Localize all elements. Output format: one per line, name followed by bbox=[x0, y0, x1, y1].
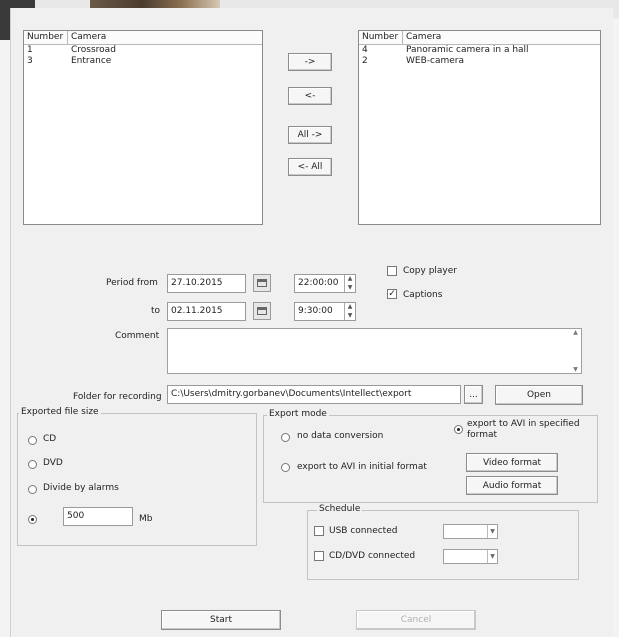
schedule-group bbox=[307, 510, 579, 580]
captions-checkbox[interactable]: ✓ bbox=[387, 289, 397, 299]
comment-label: Comment bbox=[115, 331, 160, 341]
from-date-field[interactable]: 27.10.2015 bbox=[167, 274, 246, 293]
spin-up-icon[interactable]: ▲ bbox=[345, 303, 355, 312]
camera-number: 4 bbox=[362, 45, 368, 55]
from-time-field[interactable]: 22:00:00 ▲ ▼ bbox=[294, 274, 356, 293]
export-dialog: Number Camera 1 Crossroad 3 Entrance -> … bbox=[10, 8, 613, 637]
selected-list-header: Number Camera bbox=[359, 31, 600, 45]
remove-all-cameras-button[interactable]: <- All bbox=[288, 158, 332, 176]
size-divide-alarms-radio[interactable] bbox=[28, 485, 37, 494]
camera-name: Panoramic camera in a hall bbox=[406, 45, 529, 55]
list-item[interactable]: 4 Panoramic camera in a hall bbox=[359, 45, 600, 56]
usb-connected-checkbox[interactable] bbox=[314, 526, 324, 536]
size-cd-label: CD bbox=[43, 434, 57, 444]
list-item[interactable]: 2 WEB-camera bbox=[359, 56, 600, 67]
camera-name: Crossroad bbox=[71, 45, 116, 55]
usb-connected-label: USB connected bbox=[329, 526, 398, 536]
usb-connected-select[interactable]: ▼ bbox=[443, 524, 498, 539]
add-camera-button[interactable]: -> bbox=[288, 53, 332, 71]
from-time-value: 22:00:00 bbox=[298, 278, 339, 288]
size-dvd-radio[interactable] bbox=[28, 460, 37, 469]
to-calendar-button[interactable] bbox=[253, 302, 271, 320]
avi-initial-radio[interactable] bbox=[281, 463, 290, 472]
size-custom-field[interactable]: 500 bbox=[63, 507, 133, 526]
avi-specified-label: export to AVI in specified format bbox=[467, 419, 580, 440]
camera-name: WEB-camera bbox=[406, 56, 464, 66]
chevron-down-icon[interactable]: ▼ bbox=[487, 550, 497, 563]
captions-label: Captions bbox=[403, 290, 443, 300]
comment-field[interactable]: ▲ ▼ bbox=[167, 328, 582, 374]
cancel-button[interactable]: Cancel bbox=[356, 610, 476, 630]
list-item[interactable]: 1 Crossroad bbox=[24, 45, 262, 56]
comment-scrollbar[interactable]: ▲ ▼ bbox=[570, 329, 581, 373]
avi-specified-radio[interactable] bbox=[454, 425, 463, 434]
scroll-up-icon[interactable]: ▲ bbox=[570, 329, 581, 336]
spin-up-icon[interactable]: ▲ bbox=[345, 275, 355, 284]
calendar-icon bbox=[257, 307, 267, 315]
selected-camera-list[interactable]: Number Camera 4 Panoramic camera in a ha… bbox=[358, 30, 601, 225]
file-size-group bbox=[17, 413, 257, 546]
column-header-number[interactable]: Number bbox=[359, 31, 403, 44]
camera-number: 3 bbox=[27, 56, 33, 66]
from-time-spinner[interactable]: ▲ ▼ bbox=[344, 275, 355, 292]
size-custom-radio[interactable] bbox=[28, 515, 37, 524]
to-time-spinner[interactable]: ▲ ▼ bbox=[344, 303, 355, 320]
start-button[interactable]: Start bbox=[161, 610, 281, 630]
column-header-camera[interactable]: Camera bbox=[403, 31, 600, 44]
period-to-label: to bbox=[151, 306, 161, 316]
video-format-button[interactable]: Video format bbox=[466, 453, 558, 472]
export-mode-group-title: Export mode bbox=[267, 409, 329, 419]
source-list-header: Number Camera bbox=[24, 31, 262, 45]
folder-path-field[interactable]: C:\Users\dmitry.gorbanev\Documents\Intel… bbox=[167, 385, 461, 404]
cd-connected-select[interactable]: ▼ bbox=[443, 549, 498, 564]
scroll-down-icon[interactable]: ▼ bbox=[570, 366, 581, 373]
camera-number: 1 bbox=[27, 45, 33, 55]
camera-number: 2 bbox=[362, 56, 368, 66]
avi-initial-label: export to AVI in initial format bbox=[297, 462, 427, 472]
spin-down-icon[interactable]: ▼ bbox=[345, 312, 355, 321]
to-date-field[interactable]: 02.11.2015 bbox=[167, 302, 246, 321]
audio-format-button[interactable]: Audio format bbox=[466, 476, 558, 495]
no-conversion-radio[interactable] bbox=[281, 433, 290, 442]
camera-name: Entrance bbox=[71, 56, 112, 66]
to-time-value: 9:30:00 bbox=[298, 306, 333, 316]
size-dvd-label: DVD bbox=[43, 458, 63, 468]
file-size-group-title: Exported file size bbox=[19, 407, 101, 417]
period-from-label: Period from bbox=[106, 278, 158, 288]
calendar-icon bbox=[257, 279, 267, 287]
add-all-cameras-button[interactable]: All -> bbox=[288, 126, 332, 144]
folder-label: Folder for recording bbox=[73, 392, 162, 402]
size-unit-label: Mb bbox=[139, 514, 153, 524]
list-item[interactable]: 3 Entrance bbox=[24, 56, 262, 67]
size-cd-radio[interactable] bbox=[28, 436, 37, 445]
cd-connected-checkbox[interactable] bbox=[314, 551, 324, 561]
no-conversion-label: no data conversion bbox=[297, 431, 384, 441]
to-time-field[interactable]: 9:30:00 ▲ ▼ bbox=[294, 302, 356, 321]
chevron-down-icon[interactable]: ▼ bbox=[487, 525, 497, 538]
copy-player-checkbox[interactable] bbox=[387, 266, 397, 276]
cd-connected-label: CD/DVD connected bbox=[329, 551, 416, 561]
remove-camera-button[interactable]: <- bbox=[288, 87, 332, 105]
spin-down-icon[interactable]: ▼ bbox=[345, 284, 355, 293]
size-divide-alarms-label: Divide by alarms bbox=[43, 483, 119, 493]
copy-player-label: Copy player bbox=[403, 266, 457, 276]
column-header-camera[interactable]: Camera bbox=[68, 31, 262, 44]
from-calendar-button[interactable] bbox=[253, 274, 271, 292]
browse-folder-button[interactable]: ... bbox=[464, 385, 483, 404]
open-folder-button[interactable]: Open bbox=[495, 385, 583, 405]
source-camera-list[interactable]: Number Camera 1 Crossroad 3 Entrance bbox=[23, 30, 263, 225]
schedule-group-title: Schedule bbox=[317, 504, 363, 514]
column-header-number[interactable]: Number bbox=[24, 31, 68, 44]
